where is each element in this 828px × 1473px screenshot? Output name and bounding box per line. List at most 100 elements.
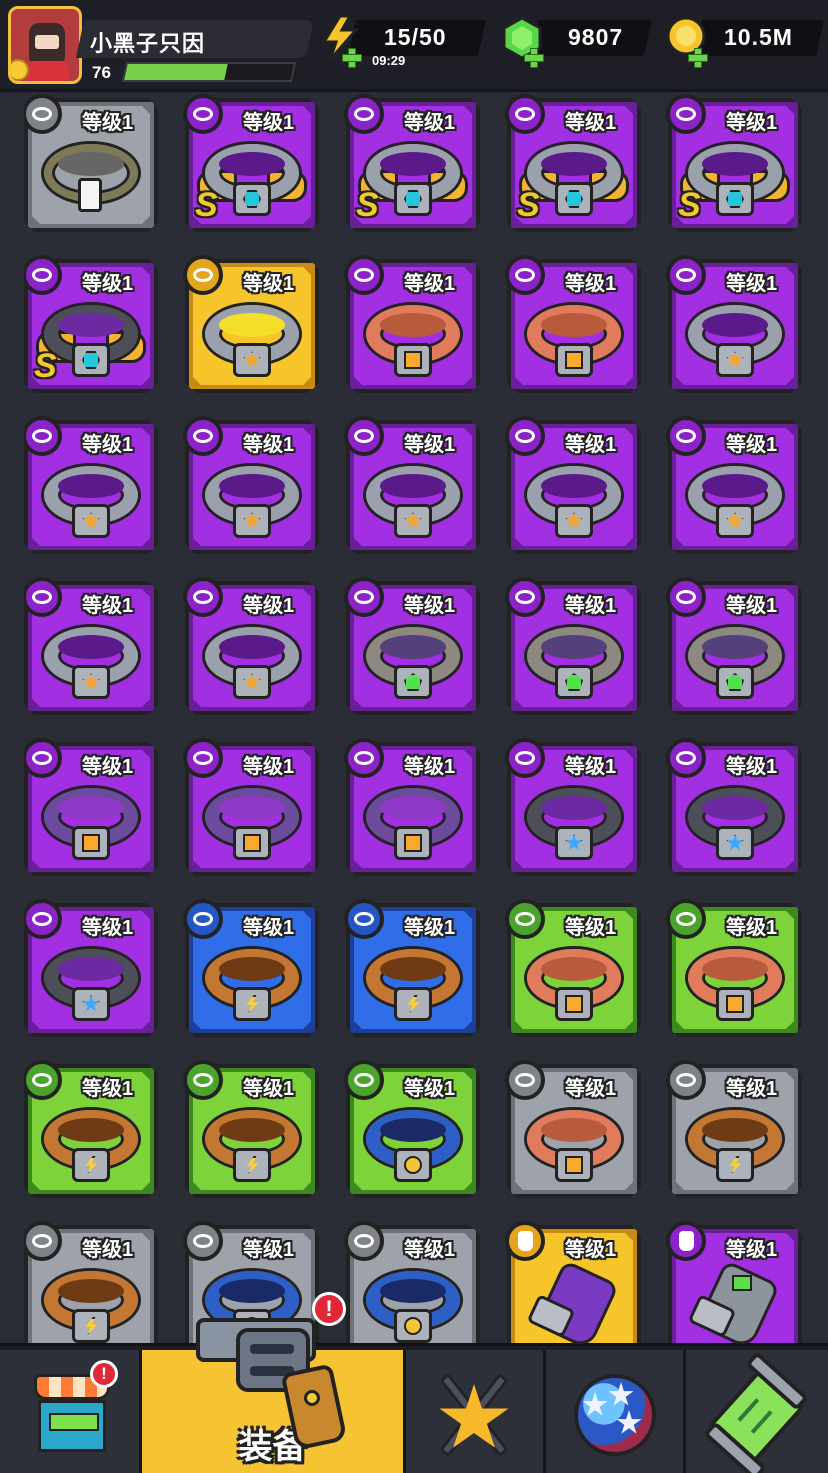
gold-value: 10.5M xyxy=(724,24,793,50)
inventory-item[interactable]: 等级1 S xyxy=(666,94,802,232)
inventory-item[interactable]: 等级1 xyxy=(183,577,319,715)
inventory-item[interactable]: 等级1 xyxy=(666,416,802,554)
inventory-item[interactable]: 等级1 xyxy=(666,255,802,393)
item-level: 等级1 xyxy=(565,595,617,617)
inventory-item[interactable]: 等级1 S xyxy=(344,94,480,232)
inventory-item[interactable]: 等级1 xyxy=(183,899,319,1037)
collar-slot-icon xyxy=(666,738,706,778)
inventory-item[interactable]: 等级1 xyxy=(666,1060,802,1198)
collar-slot-icon xyxy=(344,899,384,939)
inventory-item[interactable]: 等级1 xyxy=(505,416,641,554)
collar-icon xyxy=(38,774,144,866)
item-level: 等级1 xyxy=(82,595,134,617)
inventory-item[interactable]: 等级1 xyxy=(666,577,802,715)
item-level: 等级1 xyxy=(82,112,134,134)
collar-slot-icon xyxy=(666,255,706,295)
item-level: 等级1 xyxy=(726,434,778,456)
collar-slot-icon xyxy=(505,416,545,456)
gold-resource[interactable]: 10.5M xyxy=(664,16,824,68)
xp-bar xyxy=(121,62,297,82)
inventory-item[interactable]: 等级1 xyxy=(666,738,802,876)
inventory-item[interactable]: 等级1 xyxy=(24,1060,158,1198)
inventory-item[interactable]: 等级1 xyxy=(24,577,158,715)
collar-slot-icon xyxy=(344,1221,384,1261)
avatar-coin-icon xyxy=(11,59,29,81)
s-rank-mark: S xyxy=(356,186,379,224)
inventory-item[interactable]: 等级1 xyxy=(505,1060,641,1198)
gauntlet-icon xyxy=(682,1257,788,1344)
revolver-icon xyxy=(196,1318,356,1451)
item-level: 等级1 xyxy=(243,434,295,456)
top-bar: 小黑子只因 76 15/50 09:29 9807 10.5M xyxy=(0,0,828,92)
inventory-item[interactable]: 等级1 xyxy=(505,738,641,876)
tab-gene[interactable] xyxy=(686,1350,828,1473)
inventory-item[interactable]: 等级1 xyxy=(24,416,158,554)
item-level: 等级1 xyxy=(243,273,295,295)
inventory-item[interactable]: 等级1 S xyxy=(24,255,158,393)
xp-bar-fill xyxy=(124,64,228,80)
collar-slot-icon xyxy=(344,255,384,295)
inventory-item[interactable]: 等级1 xyxy=(344,255,480,393)
inventory-item[interactable]: 等级1 xyxy=(183,255,319,393)
inventory-item[interactable]: 等级1 xyxy=(344,416,480,554)
glove-slot-icon xyxy=(666,1221,706,1261)
inventory-item[interactable]: 等级1 xyxy=(183,738,319,876)
collar-icon xyxy=(521,452,627,544)
inventory-item[interactable]: 等级1 xyxy=(24,899,158,1037)
collar-slot-icon xyxy=(183,899,223,939)
gems-resource[interactable]: 9807 xyxy=(500,16,652,68)
collar-slot-icon xyxy=(344,1060,384,1100)
tab-battle[interactable] xyxy=(406,1350,546,1473)
item-level: 等级1 xyxy=(404,273,456,295)
star-orb-icon xyxy=(574,1374,656,1456)
collar-icon xyxy=(682,774,788,866)
collar-icon xyxy=(682,452,788,544)
inventory-item[interactable]: 等级1 xyxy=(344,1060,480,1198)
energy-plus-icon[interactable] xyxy=(342,48,362,68)
inventory-item[interactable]: 等级1 xyxy=(505,1221,641,1344)
inventory-item[interactable]: 等级1 xyxy=(24,1221,158,1344)
s-rank-mark: S xyxy=(34,347,57,385)
inventory-item[interactable]: 等级1 xyxy=(505,577,641,715)
inventory-item[interactable]: 等级1 xyxy=(344,899,480,1037)
tab-talent[interactable] xyxy=(546,1350,686,1473)
energy-value: 15/50 xyxy=(384,24,447,50)
inventory-item[interactable]: 等级1 xyxy=(344,738,480,876)
inventory-item[interactable]: 等级1 xyxy=(24,94,158,232)
item-level: 等级1 xyxy=(243,1078,295,1100)
collar-slot-icon xyxy=(344,738,384,778)
inventory-item[interactable]: 等级1 S xyxy=(183,94,319,232)
inventory-item[interactable]: 等级1 xyxy=(183,416,319,554)
collar-slot-icon xyxy=(666,577,706,617)
item-level: 等级1 xyxy=(82,434,134,456)
revolver-screw xyxy=(304,1390,320,1406)
collar-icon xyxy=(199,613,305,705)
item-level: 等级1 xyxy=(726,273,778,295)
collar-icon xyxy=(360,613,466,705)
collar-slot-icon xyxy=(344,416,384,456)
inventory-item[interactable]: 等级1 S xyxy=(505,94,641,232)
item-level: 等级1 xyxy=(404,595,456,617)
collar-slot-icon xyxy=(183,1060,223,1100)
tab-shop[interactable]: ! xyxy=(0,1350,142,1473)
item-level: 等级1 xyxy=(565,273,617,295)
inventory-item[interactable]: 等级1 xyxy=(183,1060,319,1198)
collar-slot-icon xyxy=(344,577,384,617)
inventory-item[interactable]: 等级1 xyxy=(24,738,158,876)
inventory-item[interactable]: 等级1 xyxy=(344,577,480,715)
inventory-item[interactable]: 等级1 xyxy=(344,1221,480,1344)
energy-timer: 09:29 xyxy=(372,53,406,68)
inventory-item[interactable]: 等级1 xyxy=(666,1221,802,1344)
gems-plus-icon[interactable] xyxy=(524,48,544,68)
collar-slot-icon xyxy=(666,94,706,134)
collar-icon xyxy=(682,613,788,705)
inventory-item[interactable]: 等级1 xyxy=(666,899,802,1037)
inventory-item[interactable]: 等级1 xyxy=(505,255,641,393)
inventory-item[interactable]: 等级1 xyxy=(505,899,641,1037)
energy-resource[interactable]: 15/50 xyxy=(318,14,486,68)
collar-slot-icon xyxy=(666,416,706,456)
collar-icon xyxy=(360,774,466,866)
gold-plus-icon[interactable] xyxy=(688,48,708,68)
item-level: 等级1 xyxy=(243,1239,295,1261)
player-avatar[interactable] xyxy=(8,6,82,84)
